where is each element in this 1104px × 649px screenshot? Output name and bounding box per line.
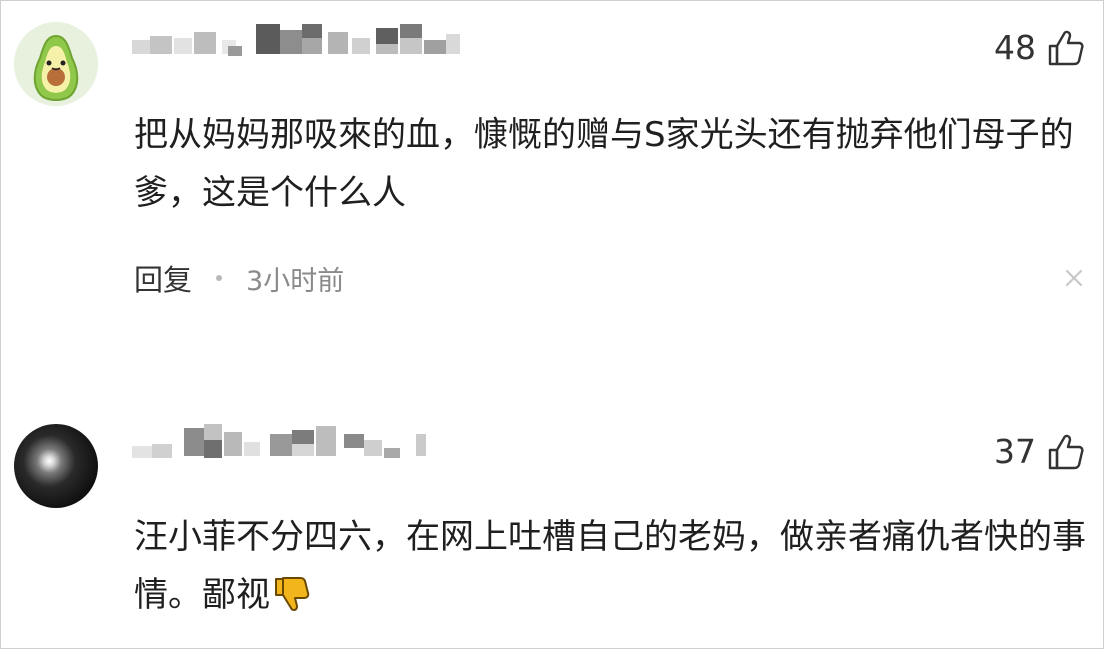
- avocado-avatar-icon[interactable]: [14, 22, 98, 106]
- reply-button[interactable]: 回复: [134, 257, 192, 299]
- comment-text-container: 汪小菲不分四六，在网上吐槽自己的老妈，做亲者痛仇者快的事情。鄙视: [134, 508, 1089, 624]
- dark-orb-avatar-icon[interactable]: [14, 424, 98, 508]
- like-control[interactable]: 37: [994, 432, 1086, 472]
- timestamp: 3小时前: [246, 265, 345, 297]
- thumbs-down-emoji-icon: [275, 576, 310, 611]
- like-count: 37: [994, 432, 1036, 471]
- like-control[interactable]: 48: [994, 28, 1086, 68]
- comment-meta: 回复 3小时前: [134, 257, 344, 299]
- separator-dot: [216, 275, 223, 281]
- username-blurred[interactable]: [132, 422, 432, 458]
- thumbs-up-outline-icon[interactable]: [1046, 28, 1086, 68]
- comment-text: 把从妈妈那吸來的血，慷慨的赠与S家光头还有抛弃他们母子的爹，这是个什么人: [134, 115, 1074, 213]
- like-count: 48: [994, 28, 1036, 67]
- close-icon[interactable]: [1064, 268, 1084, 288]
- username-blurred[interactable]: [132, 24, 462, 58]
- thumbs-up-outline-icon[interactable]: [1046, 432, 1086, 472]
